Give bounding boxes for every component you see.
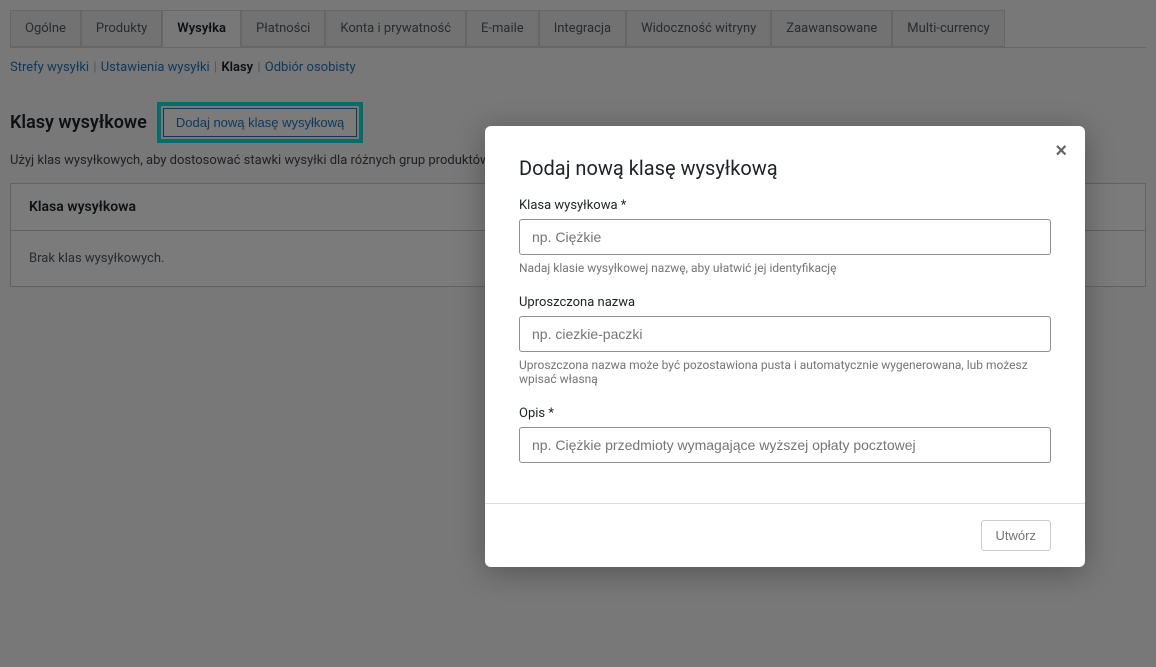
modal-title: Dodaj nową klasę wysyłkową	[519, 156, 1051, 180]
modal-footer: Utwórz	[485, 503, 1085, 567]
shipping-class-input[interactable]	[519, 219, 1051, 255]
field-shipping-class: Klasa wysyłkowa * Nadaj klasie wysyłkowe…	[519, 198, 1051, 275]
description-input[interactable]	[519, 427, 1051, 463]
shipping-class-label: Klasa wysyłkowa *	[519, 198, 1051, 213]
add-shipping-class-modal: × Dodaj nową klasę wysyłkową Klasa wysył…	[485, 126, 1085, 567]
description-label: Opis *	[519, 406, 1051, 421]
create-button[interactable]: Utwórz	[981, 520, 1051, 551]
field-description: Opis *	[519, 406, 1051, 463]
close-icon[interactable]: ×	[1055, 140, 1067, 163]
shipping-class-help: Nadaj klasie wysyłkowej nazwę, aby ułatw…	[519, 261, 1051, 275]
slug-input[interactable]	[519, 316, 1051, 352]
field-slug: Uproszczona nazwa Uproszczona nazwa może…	[519, 295, 1051, 386]
slug-label: Uproszczona nazwa	[519, 295, 1051, 310]
slug-help: Uproszczona nazwa może być pozostawiona …	[519, 358, 1051, 386]
modal-body: Dodaj nową klasę wysyłkową Klasa wysyłko…	[485, 126, 1085, 503]
